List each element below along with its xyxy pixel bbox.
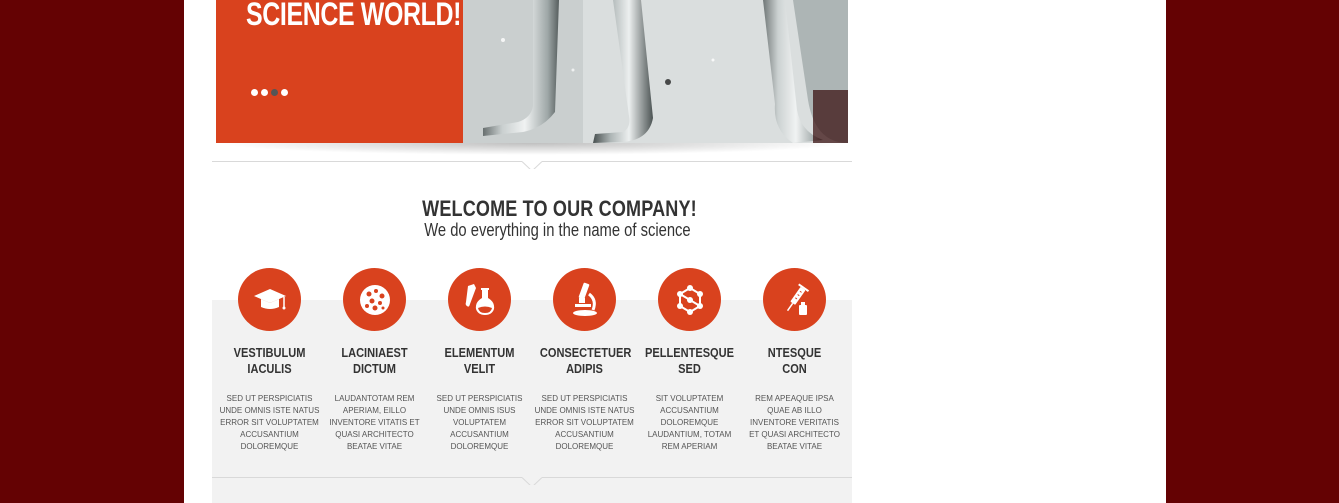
feature-description-line: ACCUSANTIUM (240, 430, 299, 439)
hero-slider: SCIENCE WORLD! (216, 0, 848, 143)
feature-description-line: ACCUSANTIUM (555, 430, 614, 439)
feature-description-line: VOLUPTATEM (452, 418, 507, 427)
section-divider-bottom (212, 471, 852, 485)
feature-title-line: VELIT (463, 361, 496, 376)
feature-item: NTESQUE CON REM APEAQUE IPSA QUAE AB ILL… (742, 268, 847, 453)
feature-item: VESTIBULUM IACULIS SED UT PERSPICIATIS U… (217, 268, 322, 453)
feature-description-line: DOLOREMQUE (450, 442, 509, 451)
feature-description: SED UT PERSPICIATIS UNDE OMNIS ISUS VOLU… (427, 393, 532, 453)
slider-dot-1[interactable] (251, 89, 258, 96)
feature-title-line: PELLENTESQUE (644, 345, 735, 360)
feature-description-line: QUAE AB ILLO (767, 406, 822, 415)
feature-title-line: ELEMENTUM (444, 345, 515, 360)
feature-title: LACINIAEST DICTUM (330, 345, 419, 377)
feature-description-line: BEATAE VITAE (766, 442, 823, 451)
feature-title-line: ADIPIS (566, 361, 603, 376)
slider-pagination (251, 89, 288, 96)
feature-description-line: UNDE OMNIS ISTE NATUS (534, 406, 635, 415)
feature-item: PELLENTESQUE SED SIT VOLUPTATEM ACCUSANT… (637, 268, 742, 453)
feature-title: CONSECTETUER ADIPIS (539, 345, 632, 377)
feature-description-line: LAUDANTIUM, TOTAM (647, 430, 732, 439)
feature-icon-button[interactable] (763, 268, 826, 331)
feature-description-line: ERROR SIT VOLUPTATEM (535, 418, 634, 427)
slider-dot-3[interactable] (271, 89, 278, 96)
hero-shadow (216, 143, 848, 155)
feature-title: ELEMENTUM VELIT (435, 345, 524, 377)
feature-icon-button[interactable] (343, 268, 406, 331)
feature-description-line: ERROR SIT VOLUPTATEM (220, 418, 319, 427)
feature-description-line: UNDE OMNIS ISTE NATUS (219, 406, 320, 415)
welcome-subtitle: We do everything in the name of science (423, 220, 691, 240)
feature-description-line: ACCUSANTIUM (660, 406, 719, 415)
feature-description-line: REM APERIAM (661, 442, 718, 451)
feature-description-line: DOLOREMQUE (240, 442, 299, 451)
feature-icon-button[interactable] (658, 268, 721, 331)
feature-description-line: INVENTORE VERITATIS (750, 418, 839, 427)
feature-title: PELLENTESQUE SED (645, 345, 734, 377)
feature-title-line: CONSECTETUER (539, 345, 632, 360)
feature-description-line: REM APEAQUE IPSA (755, 394, 834, 403)
feature-title-line: DICTUM (353, 361, 396, 376)
microscope-icon (572, 282, 597, 316)
feature-description: REM APEAQUE IPSA QUAE AB ILLO INVENTORE … (742, 393, 847, 453)
feature-description-line: DOLOREMQUE (555, 442, 614, 451)
feature-description-line: ACCUSANTIUM (450, 430, 509, 439)
hero-image-lab-glassware (463, 0, 848, 143)
feature-icon-button[interactable] (553, 268, 616, 331)
feature-description-line: UNDE OMNIS ISUS (443, 406, 516, 415)
page-container: SCIENCE WORLD! WELCOME TO OUR COMPANY! W… (184, 0, 1166, 503)
flask-icon (465, 283, 494, 315)
feature-title-line: CON (782, 361, 807, 376)
feature-description: SED UT PERSPICIATIS UNDE OMNIS ISTE NATU… (532, 393, 637, 453)
glassware-illustration (463, 0, 848, 143)
section-divider-top (212, 155, 852, 169)
feature-item: CONSECTETUER ADIPIS SED UT PERSPICIATIS … (532, 268, 637, 453)
graduation-cap-icon (253, 288, 286, 309)
features-row: VESTIBULUM IACULIS SED UT PERSPICIATIS U… (212, 268, 852, 468)
feature-description-line: SED UT PERSPICIATIS (436, 394, 523, 403)
feature-description-line: DOLOREMQUE (660, 418, 719, 427)
feature-description-line: APERIAM, EILLO (342, 406, 407, 415)
cell-icon (359, 284, 390, 315)
feature-item: ELEMENTUM VELIT SED UT PERSPICIATIS UNDE… (427, 268, 532, 453)
welcome-subheading: We do everything in the name of science (184, 220, 1166, 241)
welcome-title: WELCOME TO OUR COMPANY! (421, 196, 697, 221)
hero-title: SCIENCE WORLD! (246, 0, 462, 32)
feature-description-line: QUASI ARCHITECTO (335, 430, 414, 439)
feature-description: SIT VOLUPTATEM ACCUSANTIUM DOLOREMQUE LA… (637, 393, 742, 453)
feature-title-line: NTESQUE (767, 345, 822, 360)
feature-title-line: LACINIAEST (341, 345, 408, 360)
slider-dot-2[interactable] (261, 89, 268, 96)
feature-title-line: SED (678, 361, 701, 376)
feature-item: LACINIAEST DICTUM LAUDANTOTAM REM APERIA… (322, 268, 427, 453)
molecule-icon (676, 284, 703, 315)
syringe-icon (786, 282, 809, 315)
feature-description: LAUDANTOTAM REM APERIAM, EILLO INVENTORE… (322, 393, 427, 453)
welcome-heading: WELCOME TO OUR COMPANY! (184, 196, 1166, 222)
feature-description-line: SED UT PERSPICIATIS (226, 394, 313, 403)
feature-description-line: BEATAE VITAE (346, 442, 403, 451)
feature-title-line: IACULIS (247, 361, 292, 376)
feature-title: VESTIBULUM IACULIS (225, 345, 314, 377)
feature-description-line: SIT VOLUPTATEM (655, 394, 724, 403)
hero-caption-panel: SCIENCE WORLD! (216, 0, 463, 143)
feature-description-line: INVENTORE VITATIS ET (329, 418, 420, 427)
slider-dot-4[interactable] (281, 89, 288, 96)
feature-title: NTESQUE CON (750, 345, 839, 377)
feature-icon-button[interactable] (448, 268, 511, 331)
feature-description-line: LAUDANTOTAM REM (334, 394, 415, 403)
feature-title-line: VESTIBULUM (233, 345, 306, 360)
feature-icon-button[interactable] (238, 268, 301, 331)
feature-description: SED UT PERSPICIATIS UNDE OMNIS ISTE NATU… (217, 393, 322, 453)
feature-description-line: SED UT PERSPICIATIS (541, 394, 628, 403)
feature-description-line: ET QUASI ARCHITECTO (749, 430, 840, 439)
